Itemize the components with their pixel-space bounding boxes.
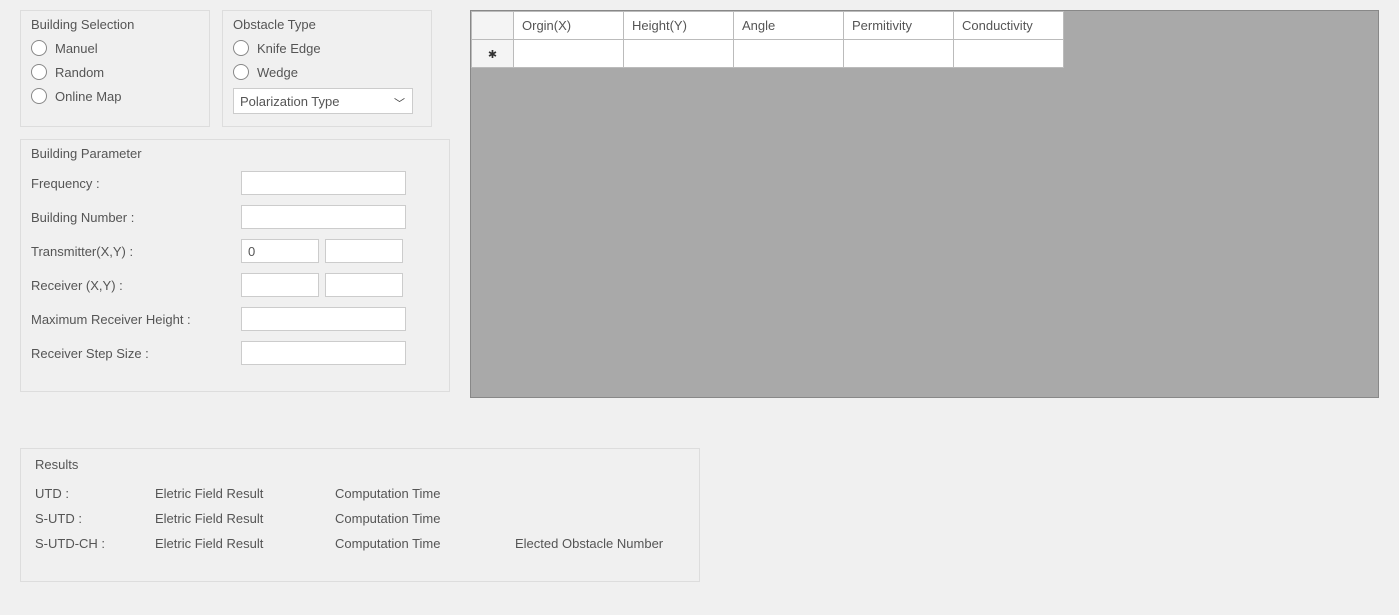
grid-cell[interactable]	[514, 40, 624, 68]
building-parameter-group: Building Parameter Frequency : Building …	[20, 139, 450, 392]
new-row-marker-icon: ✱	[488, 49, 497, 61]
radio-label-random: Random	[55, 65, 104, 80]
obstacle-type-title: Obstacle Type	[233, 17, 421, 32]
building-selection-title: Building Selection	[31, 17, 199, 32]
building-parameter-title: Building Parameter	[31, 146, 439, 161]
grid-corner-cell	[472, 12, 514, 40]
radio-online-map[interactable]: Online Map	[31, 88, 199, 104]
grid-cell[interactable]	[624, 40, 734, 68]
building-selection-group: Building Selection Manuel Random Online …	[20, 10, 210, 127]
grid-col-angle[interactable]: Angle	[734, 12, 844, 40]
grid-col-conductivity[interactable]: Conductivity	[954, 12, 1064, 40]
result-method-sutd: S-UTD :	[35, 511, 125, 526]
building-number-input[interactable]	[241, 205, 406, 229]
result-method-sutdch: S-UTD-CH :	[35, 536, 125, 551]
radio-label-manuel: Manuel	[55, 41, 98, 56]
grid-cell[interactable]	[954, 40, 1064, 68]
transmitter-label: Transmitter(X,Y) :	[31, 244, 241, 259]
result-field-sutdch: Eletric Field Result	[155, 536, 305, 551]
radio-icon	[31, 64, 47, 80]
result-time-sutdch: Computation Time	[335, 536, 485, 551]
radio-icon	[233, 40, 249, 56]
radio-icon	[31, 88, 47, 104]
grid-cell[interactable]	[734, 40, 844, 68]
grid-col-origin-x[interactable]: Orgin(X)	[514, 12, 624, 40]
radio-random[interactable]: Random	[31, 64, 199, 80]
transmitter-x-input[interactable]	[241, 239, 319, 263]
result-field-sutd: Eletric Field Result	[155, 511, 305, 526]
grid-new-row[interactable]: ✱	[472, 40, 1064, 68]
polarization-type-select[interactable]: Polarization Type	[233, 88, 413, 114]
max-receiver-height-input[interactable]	[241, 307, 406, 331]
frequency-label: Frequency :	[31, 176, 241, 191]
result-method-utd: UTD :	[35, 486, 125, 501]
data-grid[interactable]: Orgin(X) Height(Y) Angle Permitivity Con…	[470, 10, 1379, 398]
receiver-y-input[interactable]	[325, 273, 403, 297]
receiver-step-size-input[interactable]	[241, 341, 406, 365]
radio-knife-edge[interactable]: Knife Edge	[233, 40, 421, 56]
result-field-utd: Eletric Field Result	[155, 486, 305, 501]
results-title: Results	[35, 457, 685, 472]
radio-icon	[233, 64, 249, 80]
radio-manuel[interactable]: Manuel	[31, 40, 199, 56]
transmitter-y-input[interactable]	[325, 239, 403, 263]
radio-label-wedge: Wedge	[257, 65, 298, 80]
grid-cell[interactable]	[844, 40, 954, 68]
grid-col-permitivity[interactable]: Permitivity	[844, 12, 954, 40]
radio-wedge[interactable]: Wedge	[233, 64, 421, 80]
obstacle-type-group: Obstacle Type Knife Edge Wedge Polarizat…	[222, 10, 432, 127]
result-row-utd: UTD : Eletric Field Result Computation T…	[35, 486, 685, 501]
radio-icon	[31, 40, 47, 56]
frequency-input[interactable]	[241, 171, 406, 195]
result-row-sutd: S-UTD : Eletric Field Result Computation…	[35, 511, 685, 526]
receiver-label: Receiver (X,Y) :	[31, 278, 241, 293]
results-group: Results UTD : Eletric Field Result Compu…	[20, 448, 700, 582]
radio-label-online-map: Online Map	[55, 89, 121, 104]
max-receiver-height-label: Maximum Receiver Height :	[31, 312, 241, 327]
grid-col-height-y[interactable]: Height(Y)	[624, 12, 734, 40]
receiver-step-size-label: Receiver Step Size :	[31, 346, 241, 361]
result-time-sutd: Computation Time	[335, 511, 485, 526]
radio-label-knife-edge: Knife Edge	[257, 41, 321, 56]
building-number-label: Building Number :	[31, 210, 241, 225]
result-time-utd: Computation Time	[335, 486, 485, 501]
receiver-x-input[interactable]	[241, 273, 319, 297]
result-extra-sutdch: Elected Obstacle Number	[515, 536, 663, 551]
result-row-sutdch: S-UTD-CH : Eletric Field Result Computat…	[35, 536, 685, 551]
